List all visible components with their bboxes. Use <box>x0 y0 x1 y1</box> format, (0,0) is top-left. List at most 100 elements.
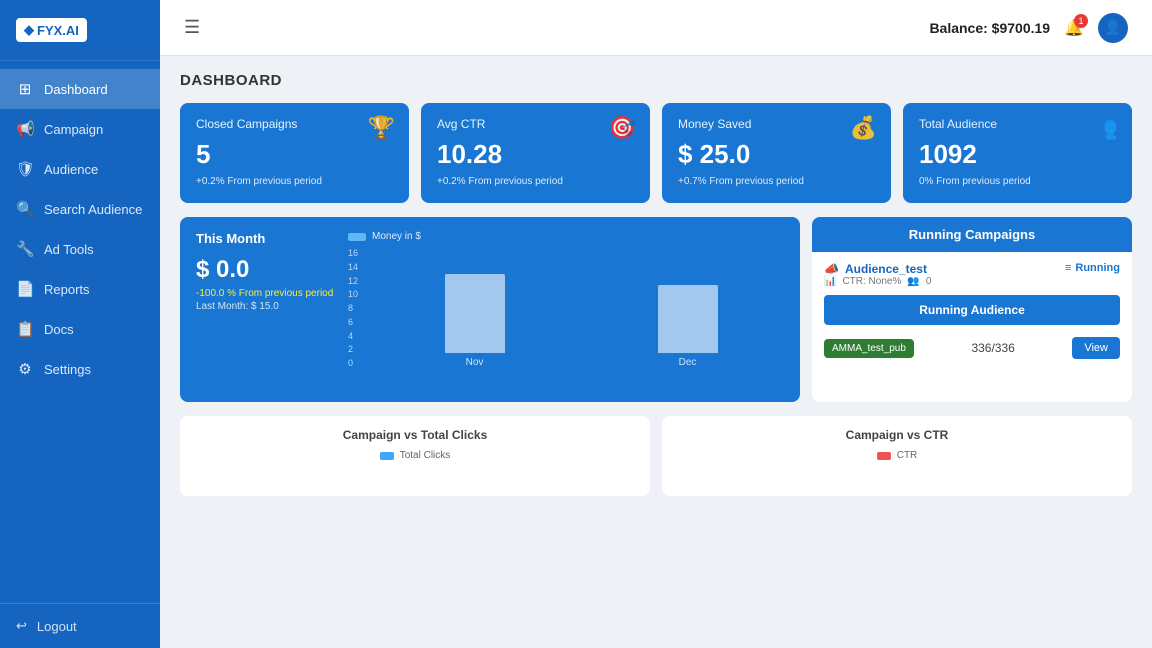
this-month-chart: Money in $ 1614121086420 Nov Dec <box>348 231 784 388</box>
y-label: 14 <box>348 262 358 272</box>
page-title: DASHBOARD <box>180 72 1132 89</box>
people-icon: 👥 <box>907 276 919 287</box>
sidebar-logo: ◆ FYX.AI <box>0 0 160 61</box>
this-month-card: This Month $ 0.0 -100.0 % From previous … <box>180 217 800 402</box>
chart-legend-campaign-vs-clicks: Total Clicks <box>194 450 636 461</box>
bar-Nov <box>445 274 505 353</box>
stat-title-money-saved: Money Saved <box>678 117 875 131</box>
ctr-chart-icon: 📊 <box>824 276 836 287</box>
user-avatar[interactable]: 👤 <box>1098 13 1128 43</box>
nav-icon-dashboard: ⊞ <box>16 80 34 98</box>
bar-Dec <box>658 285 718 353</box>
user-icon: 👤 <box>1104 19 1121 36</box>
hamburger-icon[interactable]: ☰ <box>184 17 200 38</box>
bar-label-Dec: Dec <box>679 357 697 368</box>
y-label: 4 <box>348 331 358 341</box>
y-label: 10 <box>348 289 358 299</box>
chart-legend-campaign-vs-ctr: CTR <box>676 450 1118 461</box>
sidebar: ◆ FYX.AI ⊞ Dashboard 📢 Campaign 🛡 Audience 🔍 Se… <box>0 0 160 648</box>
audience-tag: AMMA_test_pub <box>824 339 914 358</box>
charts-row: Campaign vs Total Clicks Total Clicks Ca… <box>180 416 1132 496</box>
legend-text-campaign-vs-clicks: Total Clicks <box>400 450 451 461</box>
stat-card-money-saved: Money Saved $ 25.0 +0.7% From previous p… <box>662 103 891 203</box>
logo-text: FYX.AI <box>37 23 79 38</box>
running-campaigns-body: 📣 Audience_test 📊 CTR: None% 👥 0 <box>812 252 1132 375</box>
nav-label-docs: Docs <box>44 322 74 337</box>
stat-icon-total-audience: 👥 <box>1091 115 1118 141</box>
campaign-name: 📣 Audience_test <box>824 262 931 276</box>
legend-box <box>348 233 366 241</box>
bar-chart: 1614121086420 Nov Dec <box>348 248 784 388</box>
nav-label-audience: Audience <box>44 162 98 177</box>
topbar-right: Balance: $9700.19 🔔 1 👤 <box>929 13 1128 43</box>
sidebar-item-docs[interactable]: 📋 Docs <box>0 309 160 349</box>
y-label: 16 <box>348 248 358 258</box>
sidebar-item-ad-tools[interactable]: 🔧Ad Tools <box>0 229 160 269</box>
nav-icon-docs: 📋 <box>16 320 34 338</box>
nav-icon-settings: ⚙ <box>16 360 34 378</box>
status-label: Running <box>1075 262 1120 274</box>
sidebar-item-dashboard[interactable]: ⊞ Dashboard <box>0 69 160 109</box>
audience-count: 336/336 <box>971 341 1014 355</box>
nav-icon-reports: 📄 <box>16 280 34 298</box>
nav-label-dashboard: Dashboard <box>44 82 108 97</box>
legend-label: Money in $ <box>372 231 421 242</box>
nav-icon-audience: 🛡 <box>16 160 34 178</box>
stat-icon-avg-ctr: 🎯 <box>609 115 636 141</box>
y-axis-labels: 1614121086420 <box>348 248 358 368</box>
running-campaigns-header: Running Campaigns <box>812 217 1132 252</box>
running-campaigns-card: Running Campaigns 📣 Audience_test 📊 CTR:… <box>812 217 1132 402</box>
topbar-left: ☰ <box>184 17 200 38</box>
sidebar-item-audience[interactable]: 🛡 Audience <box>0 149 160 189</box>
stat-change-total-audience: 0% From previous period <box>919 176 1116 187</box>
view-button[interactable]: View <box>1072 337 1120 359</box>
nav-label-campaign: Campaign <box>44 122 103 137</box>
stat-card-closed-campaigns: Closed Campaigns 5 +0.2% From previous p… <box>180 103 409 203</box>
running-audience-header: Running Audience <box>824 295 1120 325</box>
bar-label-Nov: Nov <box>466 357 484 368</box>
stat-card-avg-ctr: Avg CTR 10.28 +0.2% From previous period… <box>421 103 650 203</box>
nav-icon-search-audience: 🔍 <box>16 200 34 218</box>
campaign-info: 📣 Audience_test 📊 CTR: None% 👥 0 <box>824 262 1120 287</box>
nav-icon-campaign: 📢 <box>16 120 34 138</box>
chart-card-campaign-vs-ctr: Campaign vs CTR CTR <box>662 416 1132 496</box>
sidebar-item-search-audience[interactable]: 🔍 Search Audience <box>0 189 160 229</box>
megaphone-icon: 📣 <box>824 262 839 276</box>
stat-value-money-saved: $ 25.0 <box>678 139 875 170</box>
chart-card-campaign-vs-clicks: Campaign vs Total Clicks Total Clicks <box>180 416 650 496</box>
this-month-prev: Last Month: $ 15.0 <box>196 301 336 312</box>
y-label: 8 <box>348 303 358 313</box>
stat-change-money-saved: +0.7% From previous period <box>678 176 875 187</box>
nav-label-settings: Settings <box>44 362 91 377</box>
sidebar-item-settings[interactable]: ⚙ Settings <box>0 349 160 389</box>
legend-dot-campaign-vs-ctr <box>877 452 891 460</box>
y-label: 6 <box>348 317 358 327</box>
nav-icon-ad-tools: 🔧 <box>16 240 34 258</box>
nav-label-reports: Reports <box>44 282 90 297</box>
audience-row: AMMA_test_pub 336/336 View <box>824 331 1120 365</box>
lower-row: This Month $ 0.0 -100.0 % From previous … <box>180 217 1132 402</box>
status-icon: ≡ <box>1065 262 1071 274</box>
this-month-info: This Month $ 0.0 -100.0 % From previous … <box>196 231 336 388</box>
this-month-value: $ 0.0 <box>196 256 336 284</box>
notification-button[interactable]: 🔔 1 <box>1064 18 1084 38</box>
campaign-status: ≡ Running <box>1065 262 1120 274</box>
y-label: 2 <box>348 344 358 354</box>
balance-display: Balance: $9700.19 <box>929 20 1050 36</box>
stat-card-total-audience: Total Audience 1092 0% From previous per… <box>903 103 1132 203</box>
nav-label-search-audience: Search Audience <box>44 202 142 217</box>
chart-title-campaign-vs-clicks: Campaign vs Total Clicks <box>194 428 636 442</box>
sidebar-item-campaign[interactable]: 📢 Campaign <box>0 109 160 149</box>
sidebar-nav: ⊞ Dashboard 📢 Campaign 🛡 Audience 🔍 Search Audi… <box>0 61 160 603</box>
stat-value-closed-campaigns: 5 <box>196 139 393 170</box>
stat-value-total-audience: 1092 <box>919 139 1116 170</box>
chart-bars: Nov Dec <box>378 248 784 368</box>
stat-icon-closed-campaigns: 🏆 <box>368 115 395 141</box>
stat-icon-money-saved: 💰 <box>850 115 877 141</box>
logo: ◆ FYX.AI <box>16 18 87 42</box>
sidebar-item-reports[interactable]: 📄 Reports <box>0 269 160 309</box>
bar-group-Nov: Nov <box>378 274 571 368</box>
stat-title-avg-ctr: Avg CTR <box>437 117 634 131</box>
main-content: ☰ Balance: $9700.19 🔔 1 👤 DASHBOARD Clos… <box>160 0 1152 648</box>
logout-button[interactable]: ↩ Logout <box>0 603 160 648</box>
